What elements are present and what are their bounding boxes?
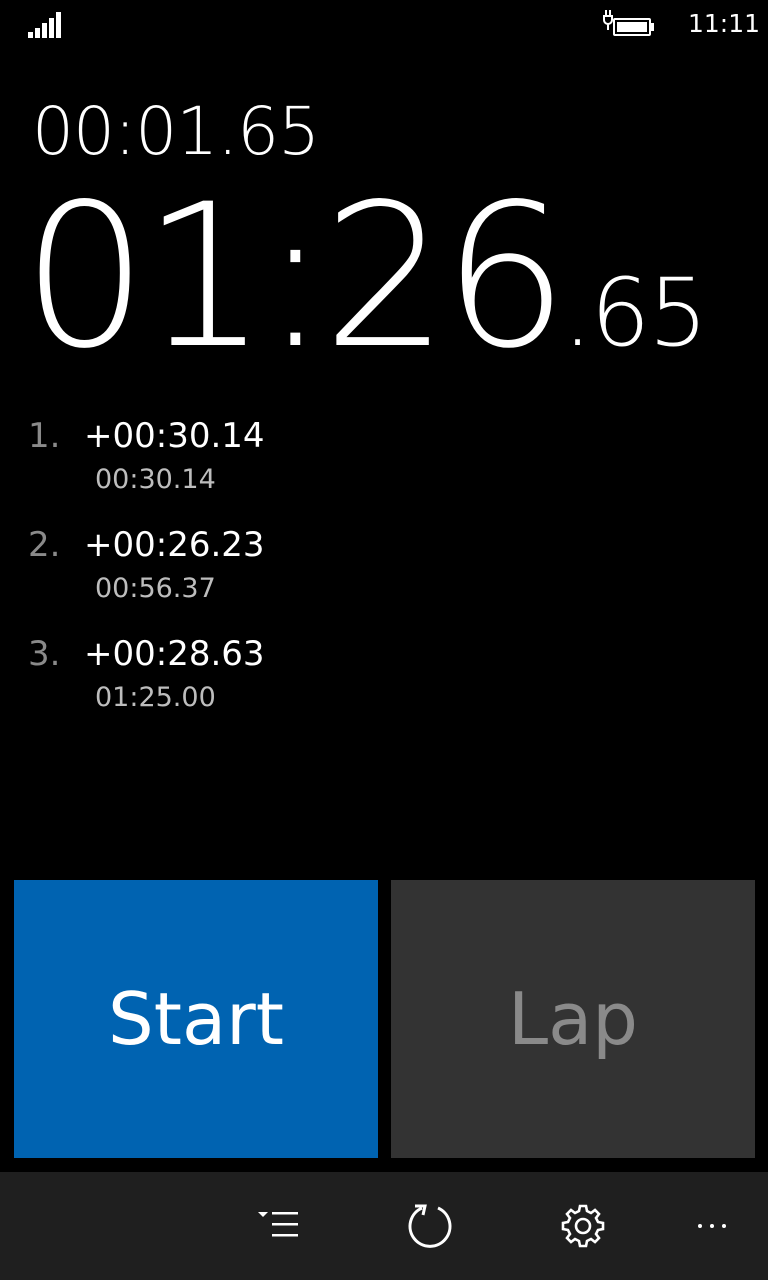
lap-total-time: 00:30.14 bbox=[95, 464, 216, 495]
lap-list-button[interactable] bbox=[248, 1196, 308, 1256]
lap-split-time: +00:30.14 bbox=[84, 416, 265, 456]
reset-button[interactable] bbox=[400, 1196, 460, 1256]
lap-list: 1. +00:30.14 00:30.14 2. +00:26.23 00:56… bbox=[28, 412, 748, 739]
lap-list-icon bbox=[258, 1212, 298, 1237]
more-ellipsis-icon bbox=[698, 1224, 726, 1228]
status-bar: 11:11 bbox=[0, 0, 768, 52]
more-button[interactable] bbox=[684, 1196, 744, 1256]
reset-icon bbox=[408, 1204, 452, 1248]
battery-charging-icon bbox=[603, 10, 654, 36]
start-button[interactable]: Start bbox=[14, 880, 378, 1158]
lap-number: 1. bbox=[28, 416, 61, 456]
lap-split-time: +00:26.23 bbox=[84, 525, 265, 565]
current-lap-time: 00:01.65 bbox=[32, 93, 320, 170]
elapsed-time-display: 01:26.65 bbox=[22, 178, 708, 376]
lap-number: 3. bbox=[28, 634, 61, 674]
list-item: 3. +00:28.63 01:25.00 bbox=[28, 630, 748, 739]
lap-total-time: 00:56.37 bbox=[95, 573, 216, 604]
elapsed-time-fraction: .65 bbox=[562, 259, 708, 368]
settings-button[interactable] bbox=[553, 1196, 613, 1256]
list-item: 2. +00:26.23 00:56.37 bbox=[28, 521, 748, 630]
signal-strength-icon bbox=[28, 12, 61, 38]
app-bar bbox=[0, 1172, 768, 1280]
settings-gear-icon bbox=[561, 1204, 605, 1248]
lap-number: 2. bbox=[28, 525, 61, 565]
list-item: 1. +00:30.14 00:30.14 bbox=[28, 412, 748, 521]
lap-button[interactable]: Lap bbox=[391, 880, 755, 1158]
elapsed-time-main: 01:26 bbox=[22, 161, 569, 392]
status-clock: 11:11 bbox=[688, 9, 761, 38]
lap-total-time: 01:25.00 bbox=[95, 682, 216, 713]
lap-split-time: +00:28.63 bbox=[84, 634, 265, 674]
